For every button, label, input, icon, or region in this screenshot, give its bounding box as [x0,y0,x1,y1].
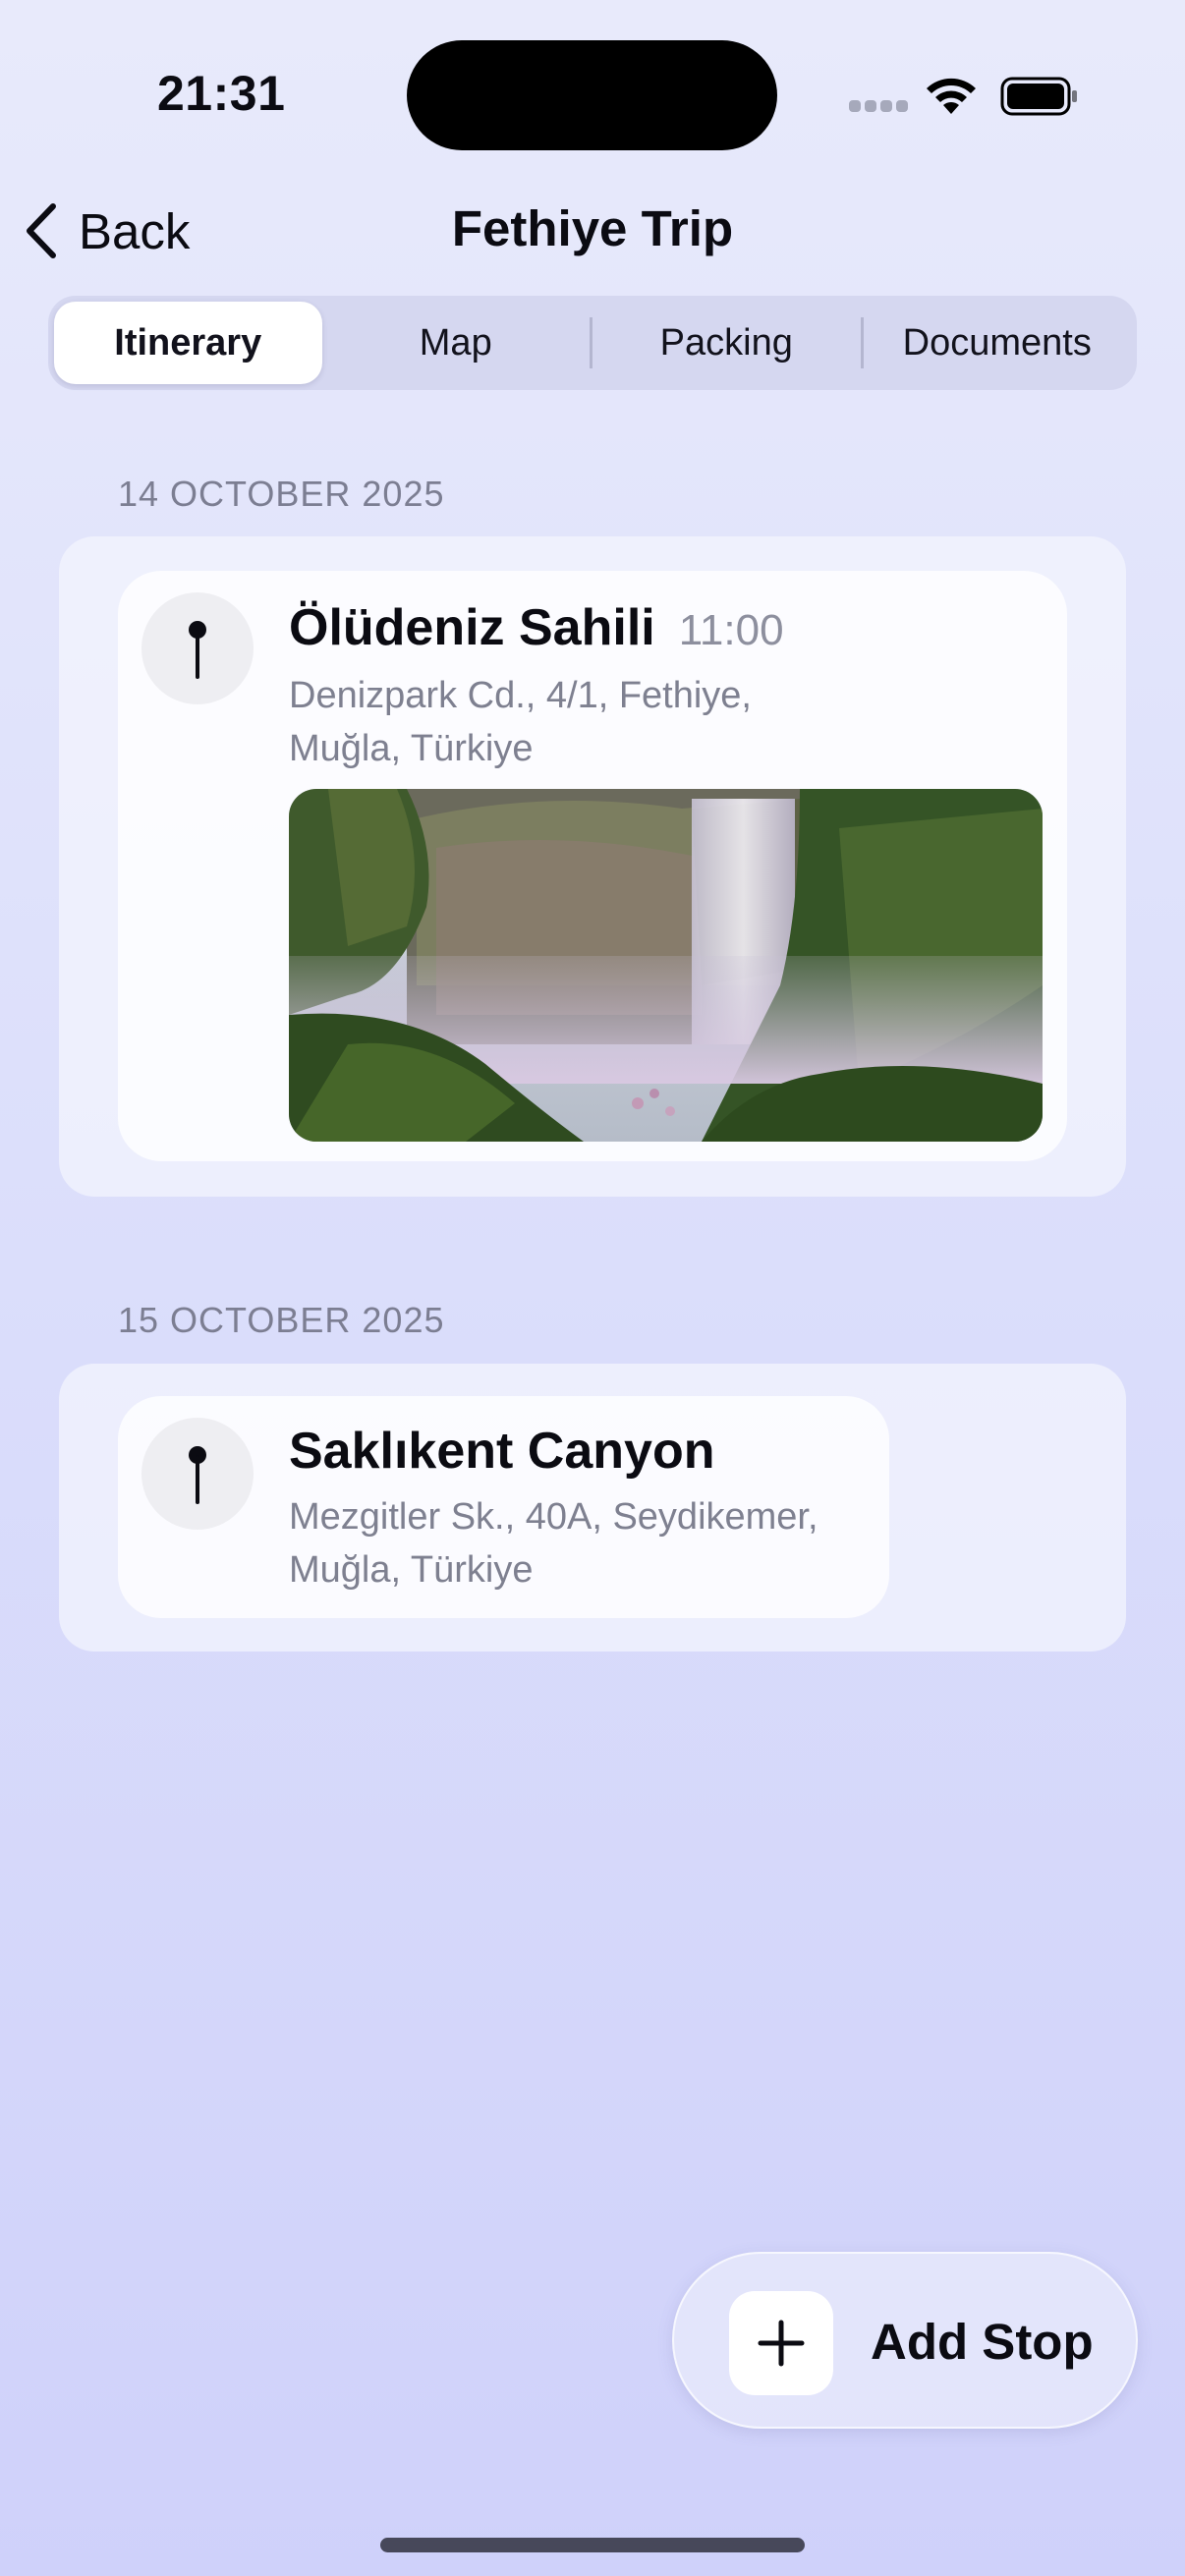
section-date-header: 15 OCTOBER 2025 [118,1300,445,1340]
waterfall-photo[interactable] [289,789,1043,1142]
section-date-header: 14 OCTOBER 2025 [118,474,445,514]
pin-icon [141,592,254,704]
add-stop-label: Add Stop [871,2314,1094,2370]
cellular-signal-icon [849,100,908,114]
stop-address: Denizpark Cd., 4/1, Fethiye, Muğla, Türk… [289,669,752,775]
pin-icon [141,1418,254,1530]
address-line: Mezgitler Sk., 40A, Seydikemer, [289,1496,818,1538]
section-card: Ölüdeniz Sahili 11:00 Denizpark Cd., 4/1,… [59,536,1126,1197]
tab-map[interactable]: Map [322,302,591,384]
segmented-control: Itinerary Map Packing Documents [48,296,1137,390]
section-card: Saklıkent Canyon Mezgitler Sk., 40A, Sey… [59,1364,1126,1652]
stop-address: Mezgitler Sk., 40A, Seydikemer, Muğla, T… [289,1490,818,1596]
wifi-icon [927,78,976,114]
stop-title: Saklıkent Canyon [289,1423,715,1480]
address-line: Muğla, Türkiye [289,1549,534,1591]
address-line: Muğla, Türkiye [289,728,534,769]
stop-title: Ölüdeniz Sahili [289,599,655,656]
tab-documents[interactable]: Documents [864,302,1132,384]
status-bar: 21:31 [0,0,1185,196]
tab-packing[interactable]: Packing [592,302,861,384]
tab-itinerary[interactable]: Itinerary [54,302,322,384]
add-stop-button[interactable]: Add Stop [672,2252,1138,2429]
address-line: Denizpark Cd., 4/1, Fethiye, [289,675,752,716]
status-time: 21:31 [157,66,286,121]
stop-time: 11:00 [678,606,784,654]
stop-card[interactable]: Saklıkent Canyon Mezgitler Sk., 40A, Sey… [118,1396,889,1618]
stop-title-row: Ölüdeniz Sahili 11:00 [289,598,784,657]
dynamic-island [407,40,777,150]
home-indicator[interactable] [380,2538,805,2552]
stop-card[interactable]: Ölüdeniz Sahili 11:00 Denizpark Cd., 4/1,… [118,571,1067,1161]
page-title: Fethiye Trip [451,200,734,256]
plus-icon [729,2291,833,2395]
battery-icon [1000,77,1077,116]
